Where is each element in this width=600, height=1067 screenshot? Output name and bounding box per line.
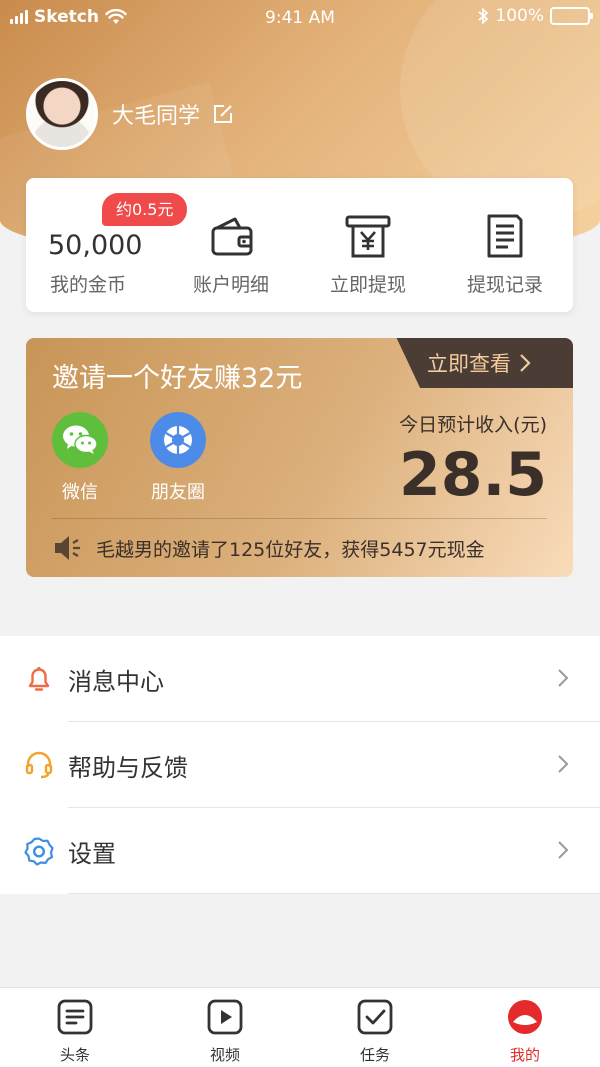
moments-icon [150, 412, 206, 468]
tab-label: 我的 [509, 1046, 540, 1064]
chevron-right-icon [558, 841, 569, 859]
divider [68, 893, 600, 894]
tab-label: 视频 [209, 1046, 240, 1064]
invite-card: 邀请一个好友赚32元 立即查看 微信 朋友圈 今日预计收入(元) 28.5 毛越… [26, 338, 573, 577]
tab-tasks[interactable]: 任务 [325, 998, 425, 1065]
menu-item-label: 消息中心 [68, 668, 164, 696]
headset-icon [25, 751, 53, 779]
menu-item-label: 帮助与反馈 [68, 754, 188, 782]
wallet-card: 50,000 我的金币 约0.5元 账户明细 立即提现 提现记录 [26, 178, 573, 312]
gear-icon [24, 837, 54, 866]
tab-bar: 头条 视频 任务 我的 [0, 987, 600, 1067]
tab-label: 头条 [59, 1046, 90, 1064]
withdraw-now-button[interactable]: 立即提现 [300, 178, 436, 312]
tab-video[interactable]: 视频 [175, 998, 275, 1065]
account-details-button[interactable]: 账户明细 [163, 178, 299, 312]
headlines-icon [57, 999, 93, 1035]
mine-icon [508, 1000, 542, 1034]
chevron-right-icon [558, 755, 569, 773]
edit-icon[interactable] [212, 103, 234, 125]
estimate-label: 今日预计收入(元) [399, 414, 547, 436]
invite-title: 邀请一个好友赚32元 [52, 363, 303, 394]
share-moments-label: 朋友圈 [151, 482, 205, 503]
notice-bar: 毛越男的邀请了125位好友，获得5457元现金 [52, 534, 485, 562]
avatar[interactable] [26, 78, 98, 150]
wallet-icon [211, 217, 253, 256]
menu-list: 消息中心 帮助与反馈 设置 [0, 636, 600, 894]
divider [52, 518, 547, 519]
notice-text: 毛越男的邀请了125位好友，获得5457元现金 [96, 538, 485, 561]
username: 大毛同学 [112, 104, 201, 129]
menu-item-messages[interactable]: 消息中心 [0, 636, 600, 722]
view-now-label: 立即查看 [427, 352, 511, 376]
share-wechat-button[interactable]: 微信 [42, 412, 118, 504]
tab-label: 任务 [359, 1046, 390, 1064]
bluetooth-icon [478, 7, 489, 25]
chevron-right-icon [558, 669, 569, 687]
battery-icon [550, 7, 593, 25]
menu-item-label: 设置 [68, 840, 116, 868]
estimate-value: 28.5 [398, 440, 547, 510]
withdraw-icon [345, 215, 391, 258]
wechat-icon [52, 412, 108, 468]
profile-header: 大毛同学 [26, 78, 234, 150]
account-details-label: 账户明细 [192, 274, 269, 296]
share-moments-button[interactable]: 朋友圈 [140, 412, 216, 504]
share-wechat-label: 微信 [62, 482, 98, 503]
battery-percent: 100% [495, 6, 544, 26]
tab-headlines[interactable]: 头条 [25, 998, 125, 1065]
menu-item-help[interactable]: 帮助与反馈 [0, 722, 600, 808]
record-icon [487, 214, 523, 258]
bell-icon [28, 666, 50, 691]
coins-value: 50,000 [48, 230, 143, 261]
speaker-icon [55, 536, 80, 560]
withdraw-record-button[interactable]: 提现记录 [437, 178, 573, 312]
status-bar: Sketch 9:41 AM 100% [0, 0, 600, 36]
status-right: 100% [477, 6, 593, 26]
withdraw-now-label: 立即提现 [329, 274, 406, 296]
task-icon [357, 999, 393, 1035]
video-icon [207, 999, 243, 1035]
chevron-right-icon [520, 354, 531, 372]
view-now-button[interactable]: 立即查看 [396, 338, 573, 388]
tab-mine[interactable]: 我的 [475, 998, 575, 1065]
menu-item-settings[interactable]: 设置 [0, 808, 600, 894]
coins-label: 我的金币 [50, 274, 127, 296]
withdraw-record-label: 提现记录 [466, 274, 543, 296]
